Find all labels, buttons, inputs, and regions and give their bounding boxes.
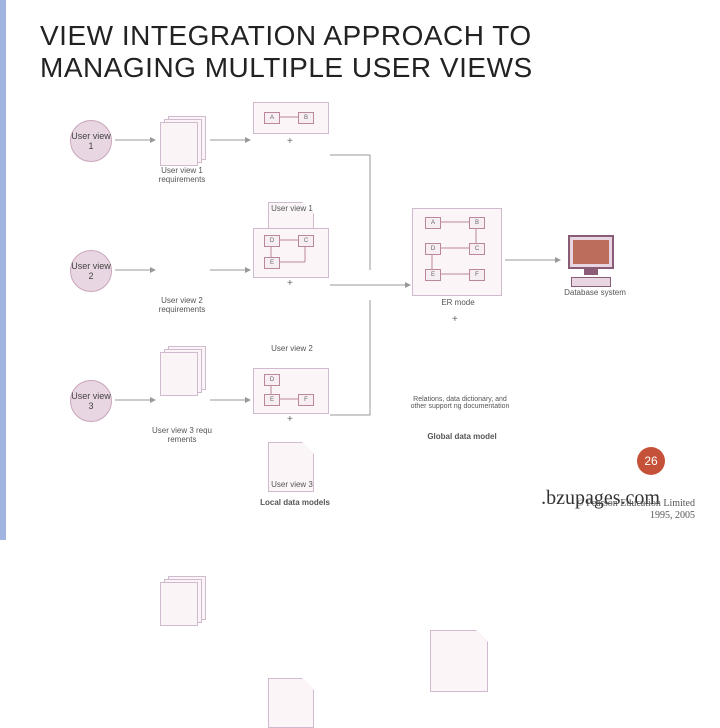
user-view-1-req-label: User view 1 requirements [142,166,222,184]
local-doc-2-label: User view 2 [252,344,332,353]
user-view-3-circle: User view 3 [70,380,112,422]
user-view-3-requirements [160,576,206,626]
user-view-3-req-label: User view 3 requ rements [142,426,222,444]
global-er: A B D C E F [412,208,502,296]
user-view-2-req-label: User view 2 requirements [142,296,222,314]
local-doc-1-label: User view 1 [252,204,332,213]
diagram: User view 1 User view 1 requirements A B… [60,100,660,500]
local-doc-3 [268,678,314,728]
local-doc-3-label: User view 3 [252,480,332,489]
slide-title: VIEW INTEGRATION APPROACH TO MANAGING MU… [40,20,690,84]
database-system-icon [565,235,617,287]
user-view-1-requirements [160,116,206,166]
local-er-3: D E F [253,368,329,414]
user-view-2-circle: User view 2 [70,250,112,292]
page-number-badge: 26 [637,447,665,475]
local-er-1: A B [253,102,329,134]
local-er-2: D C E [253,228,329,278]
global-er-label: ER mode [418,298,498,307]
copyright-text: © Pearson Education Limited1995, 2005 [576,498,695,522]
database-system-label: Database system [555,288,635,297]
user-view-1-circle: User view 1 [70,120,112,162]
global-doc-label: Relations, data dictionary, and other su… [410,396,510,410]
global-doc [430,630,488,692]
local-caption: Local data models [245,498,345,507]
global-caption: Global data model [412,432,512,441]
user-view-2-requirements [160,346,206,396]
